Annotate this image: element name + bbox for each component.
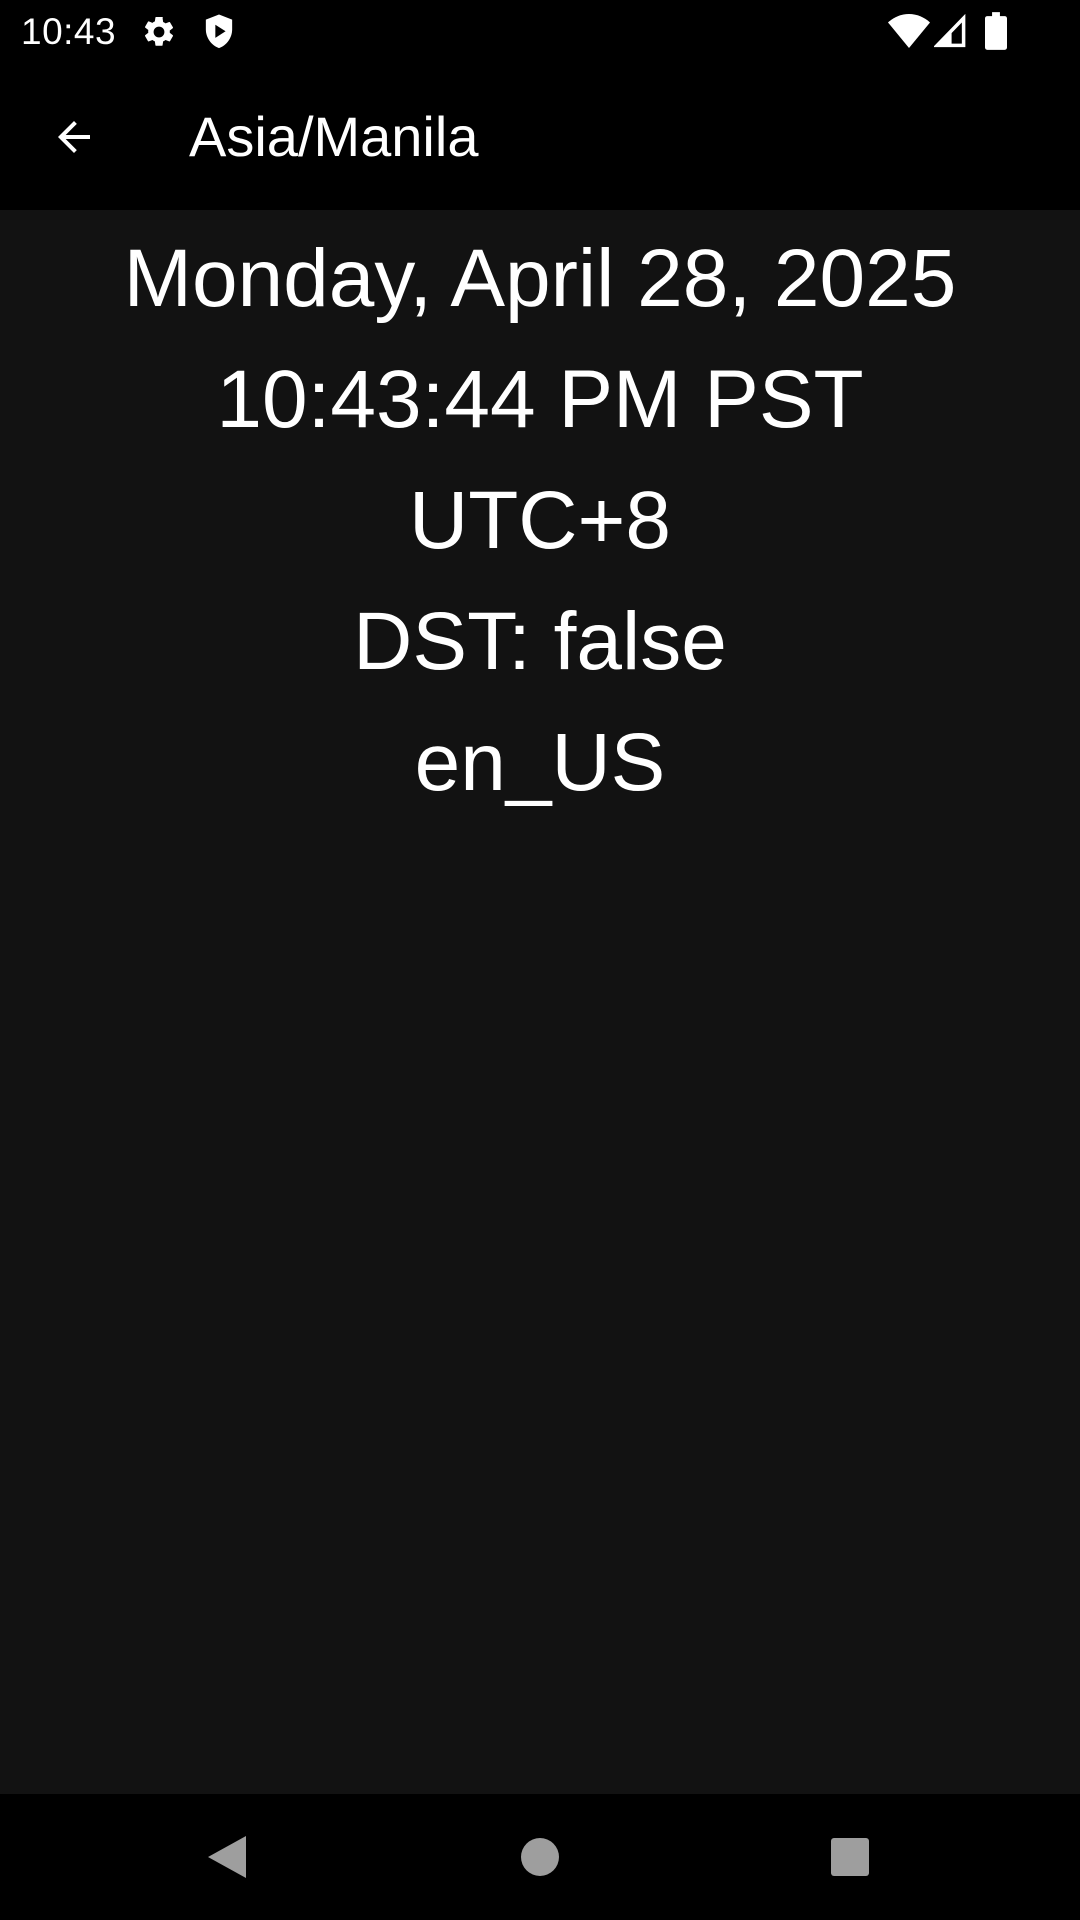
recents-square-icon	[831, 1838, 869, 1876]
navigation-bar	[0, 1794, 1080, 1920]
status-time: 10:43	[21, 11, 117, 52]
shield-play-icon	[205, 14, 233, 49]
dst-text: DST: false	[353, 596, 727, 687]
nav-back-button[interactable]	[146, 1794, 306, 1920]
nav-home-button[interactable]	[460, 1794, 620, 1920]
home-circle-icon	[521, 1838, 559, 1876]
timezone-details: Monday, April 28, 2025 10:43:44 PM PST U…	[0, 210, 1080, 823]
nav-recents-button[interactable]	[770, 1794, 930, 1920]
time-text: 10:43:44 PM PST	[216, 354, 864, 445]
back-button[interactable]	[30, 93, 118, 181]
date-text: Monday, April 28, 2025	[123, 233, 957, 324]
battery-icon	[985, 12, 1007, 50]
arrow-left-icon	[58, 121, 90, 153]
screen: 10:43 Asia/Manila Monday, April 28, 2025…	[0, 0, 1080, 1920]
wifi-icon	[888, 14, 930, 48]
gear-icon	[144, 16, 174, 46]
cell-signal-icon	[934, 14, 966, 48]
back-triangle-icon	[208, 1836, 246, 1878]
app-bar: Asia/Manila	[0, 63, 1080, 210]
locale-text: en_US	[414, 717, 666, 808]
utc-offset-text: UTC+8	[408, 475, 671, 566]
page-title: Asia/Manila	[189, 105, 479, 168]
status-bar: 10:43	[0, 0, 1080, 63]
